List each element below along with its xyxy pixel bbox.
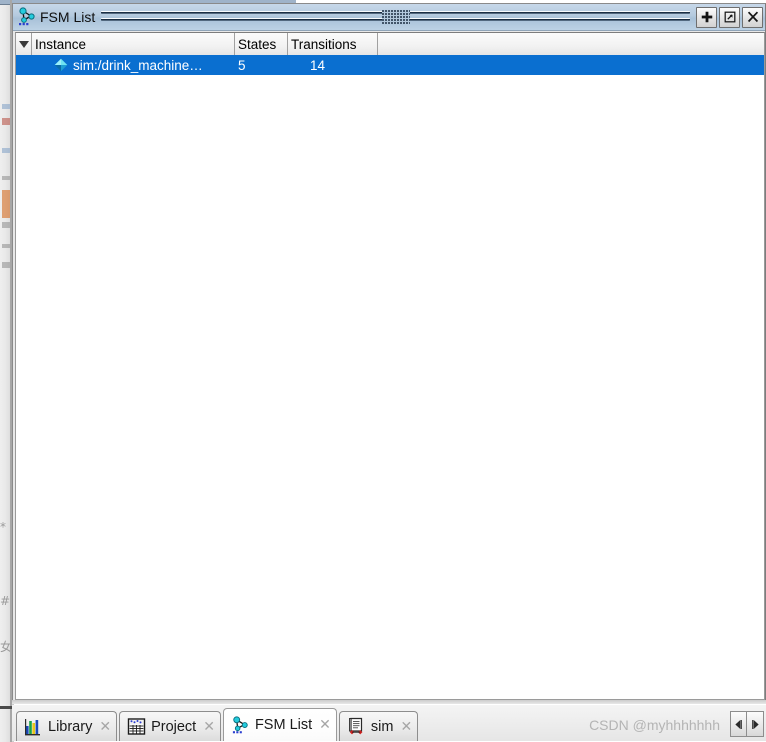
sort-indicator-header[interactable] [16,33,32,55]
chevron-down-icon [18,40,29,48]
grip-dots[interactable] [381,10,410,24]
left-scroll-segment [0,706,12,709]
bg-fleck [2,148,10,153]
tab-project[interactable]: Project ✕ [119,711,221,741]
instance-label: sim:/drink_machine… [73,57,203,73]
tab-label: FSM List [254,717,313,733]
app-root: * # 女 FSM List Instance States Transitio… [0,0,766,742]
close-button[interactable] [742,6,763,28]
column-header-transitions[interactable]: Transitions [288,33,378,55]
bg-fleck [2,190,10,218]
cell-transitions[interactable]: 14 [288,58,378,73]
cell-instance[interactable]: sim:/drink_machine… [32,58,235,73]
sim-doc-icon [347,717,366,736]
column-header-states[interactable]: States [235,33,288,55]
tab-sim[interactable]: sim ✕ [338,711,419,741]
bg-fleck [2,222,10,228]
tab-scroll-left-button[interactable] [730,711,747,737]
fsm-list-table[interactable]: Instance States Transitions sim:/drink_m… [15,32,765,700]
column-header-instance[interactable]: Instance [32,33,235,55]
tab-label: sim [370,718,394,735]
tab-scroll-controls[interactable] [730,711,764,737]
tab-close-icon[interactable]: ✕ [99,720,111,734]
tab-close-icon[interactable]: ✕ [319,718,331,732]
bg-fleck [2,176,10,180]
table-header-row: Instance States Transitions [16,33,764,55]
fsm-graph-icon [17,7,37,27]
column-header-filler [378,33,764,55]
tab-label: Project [151,718,197,735]
undock-button[interactable] [719,6,740,28]
project-grid-icon [127,717,146,736]
tab-fsm-list[interactable]: FSM List ✕ [222,708,337,741]
table-row[interactable]: sim:/drink_machine… 5 14 [16,55,764,75]
bg-fleck [2,104,10,109]
bg-fleck [2,244,10,248]
titlebar-grip[interactable] [101,10,690,24]
watermark-text: CSDN @myhhhhhhh [589,717,720,733]
add-button[interactable] [696,6,717,28]
bg-fleck [2,118,10,125]
tab-close-icon[interactable]: ✕ [400,720,412,734]
tab-library[interactable]: Library ✕ [16,711,118,741]
row-gutter [16,55,32,75]
bottom-tab-bar: Library ✕ Project ✕ FSM List ✕ sim ✕ CSD… [12,705,766,741]
tab-label: Library [48,718,93,735]
tab-close-icon[interactable]: ✕ [203,720,215,734]
bg-fleck [2,262,10,268]
tab-scroll-right-button[interactable] [747,711,764,737]
diamond-icon [54,58,68,72]
panel-title: FSM List [40,9,96,25]
bar-chart-icon [24,717,43,736]
fsm-list-panel: FSM List Instance States Transitions sim… [12,3,766,703]
cell-states[interactable]: 5 [235,58,288,73]
fsm-graph-icon [231,715,250,735]
panel-titlebar[interactable]: FSM List [13,4,765,31]
panel-bottom-edge [12,700,766,704]
